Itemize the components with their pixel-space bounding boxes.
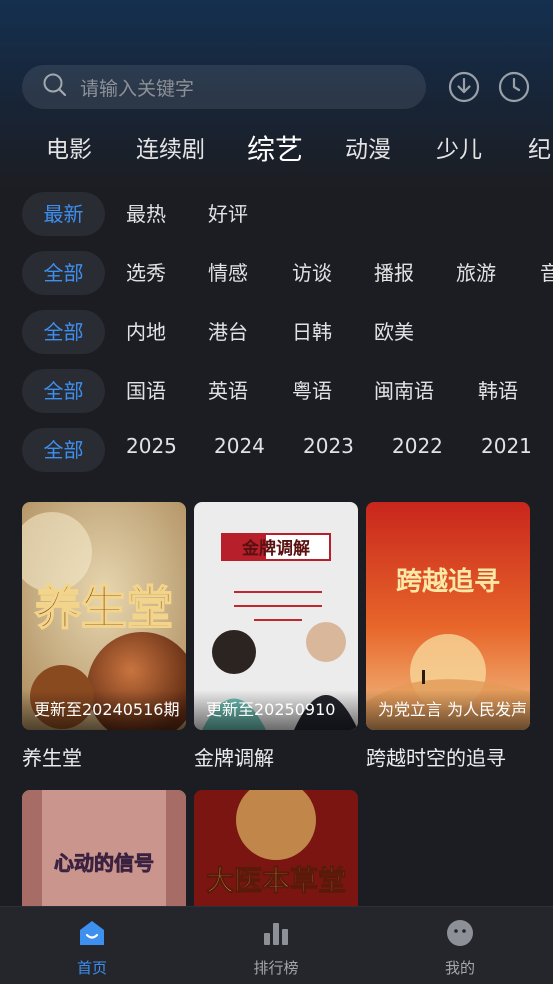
- nav-home[interactable]: 首页: [32, 907, 152, 984]
- filter-chip-music[interactable]: 音: [540, 251, 553, 295]
- filter-chip-talk[interactable]: 访谈: [292, 251, 332, 295]
- filter-chip-type-all[interactable]: 全部: [22, 251, 105, 295]
- show-poster[interactable]: 养生堂 更新至20240516期: [22, 502, 186, 730]
- tab-variety[interactable]: 综艺: [247, 126, 303, 174]
- filter-chip-mainland[interactable]: 内地: [126, 310, 166, 354]
- download-icon[interactable]: [448, 71, 480, 103]
- filter-chip-western[interactable]: 欧美: [374, 310, 414, 354]
- filter-chip-2024[interactable]: 2024: [214, 428, 265, 468]
- filter-chip-2021[interactable]: 2021: [481, 428, 532, 468]
- tab-kids[interactable]: 少儿: [436, 126, 482, 174]
- poster-title-text: 金牌调解: [241, 538, 310, 559]
- nav-ranking[interactable]: 排行榜: [216, 907, 336, 984]
- tab-documentary[interactable]: 纪: [528, 126, 551, 174]
- filter-chip-hokkien[interactable]: 闽南语: [374, 369, 434, 413]
- filter-chip-year-all[interactable]: 全部: [22, 428, 105, 472]
- poster-title-text: 心动的信号: [54, 851, 154, 875]
- poster-title-text: 养生堂: [35, 581, 173, 635]
- show-title: 养生堂: [22, 746, 82, 770]
- filter-row-type: 全部 选秀 情感 访谈 播报 旅游 音: [0, 251, 553, 295]
- filter-chip-2025[interactable]: 2025: [126, 428, 177, 468]
- filter-chip-cantonese[interactable]: 粤语: [292, 369, 332, 413]
- filter-chip-top-rated[interactable]: 好评: [208, 192, 248, 236]
- filter-chip-mandarin[interactable]: 国语: [126, 369, 166, 413]
- filter-chip-broadcast[interactable]: 播报: [374, 251, 414, 295]
- filter-row-year: 全部 2025 2024 2023 2022 2021: [0, 428, 553, 472]
- filter-chip-hk-tw[interactable]: 港台: [208, 310, 248, 354]
- filter-chip-region-all[interactable]: 全部: [22, 310, 105, 354]
- search-bar-row: 请输入关键字: [22, 65, 542, 109]
- search-input[interactable]: 请输入关键字: [22, 65, 426, 109]
- category-tabs: 电影 连续剧 综艺 动漫 少儿 纪: [0, 126, 553, 174]
- filter-chip-jp-kr[interactable]: 日韩: [292, 310, 332, 354]
- nav-home-label: 首页: [76, 959, 107, 977]
- nav-profile-label: 我的: [444, 959, 475, 977]
- filter-chip-travel[interactable]: 旅游: [456, 251, 496, 295]
- show-poster[interactable]: 金牌调解 更新至20250910: [194, 502, 358, 730]
- filter-chip-korean[interactable]: 韩语: [478, 369, 518, 413]
- filter-chip-language-all[interactable]: 全部: [22, 369, 105, 413]
- poster-title-text: 大医本草堂: [206, 864, 346, 897]
- nav-profile[interactable]: 我的: [400, 907, 520, 984]
- show-card[interactable]: 跨越追寻 为党立言 为人民发声 跨越时空的追寻: [366, 502, 530, 771]
- filter-chip-talent-show[interactable]: 选秀: [126, 251, 166, 295]
- search-placeholder: 请输入关键字: [80, 77, 195, 100]
- filter-chip-latest[interactable]: 最新: [22, 192, 105, 236]
- show-poster[interactable]: 跨越追寻 为党立言 为人民发声: [366, 502, 530, 730]
- tab-series[interactable]: 连续剧: [136, 126, 205, 174]
- filter-row-region: 全部 内地 港台 日韩 欧美: [0, 310, 553, 354]
- tab-movie[interactable]: 电影: [46, 126, 92, 174]
- filter-chip-english[interactable]: 英语: [208, 369, 248, 413]
- poster-title-text: 跨越追寻: [396, 566, 500, 597]
- tab-anime[interactable]: 动漫: [345, 126, 391, 174]
- ranking-icon: [264, 923, 288, 945]
- update-caption: 为党立言 为人民发声: [366, 690, 530, 730]
- show-card[interactable]: 金牌调解 更新至20250910 金牌调解: [194, 502, 358, 771]
- filter-row-language: 全部 国语 英语 粤语 闽南语 韩语: [0, 369, 553, 413]
- search-icon: [42, 72, 68, 102]
- bottom-navigation: 首页 排行榜 我的: [0, 906, 553, 984]
- show-card[interactable]: 养生堂 更新至20240516期 养生堂: [22, 502, 186, 771]
- update-caption: 更新至20250910: [194, 690, 358, 730]
- filter-chip-2023[interactable]: 2023: [303, 428, 354, 468]
- history-icon[interactable]: [498, 71, 530, 103]
- filter-chip-emotion[interactable]: 情感: [208, 251, 248, 295]
- show-title: 金牌调解: [194, 746, 274, 770]
- filter-row-sort: 最新 最热 好评: [0, 192, 553, 236]
- home-icon: [80, 921, 104, 945]
- update-caption: 更新至20240516期: [22, 690, 186, 730]
- filter-chip-2022[interactable]: 2022: [392, 428, 443, 468]
- profile-icon: [447, 920, 473, 946]
- nav-ranking-label: 排行榜: [253, 959, 299, 977]
- show-title: 跨越时空的追寻: [366, 746, 506, 770]
- filter-chip-hottest[interactable]: 最热: [126, 192, 166, 236]
